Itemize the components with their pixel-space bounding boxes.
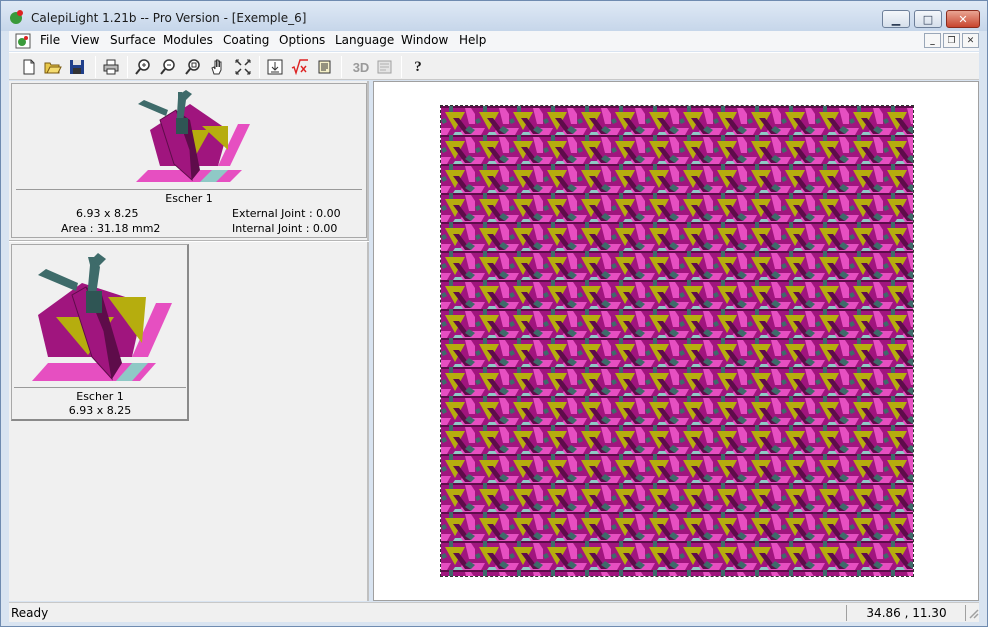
module-size: 6.93 x 8.25 (76, 207, 139, 220)
drawing-canvas[interactable] (373, 81, 979, 601)
pan-hand-icon (211, 59, 222, 75)
status-bar: Ready 34.86 , 11.30 (9, 602, 979, 622)
mdi-restore-button[interactable]: ❐ (943, 33, 960, 48)
formula-button[interactable] (290, 57, 310, 77)
menu-help[interactable]: Help (457, 33, 488, 49)
help-icon: ? (414, 58, 422, 75)
open-button[interactable] (43, 57, 63, 77)
toolbar-separator (401, 56, 402, 78)
toolbar-separator (95, 56, 96, 78)
module-thumbnail (136, 90, 250, 182)
status-text: Ready (11, 606, 49, 620)
save-button[interactable] (67, 57, 87, 77)
report-button[interactable] (315, 57, 335, 77)
module-card-selected[interactable]: Escher 1 6.93 x 8.25 Area : 31.18 mm2 Ex… (11, 83, 367, 238)
fit-extent-button[interactable] (233, 57, 253, 77)
toolbar-separator (259, 56, 260, 78)
toolbar: 3D ? (9, 52, 979, 80)
module-size: 6.93 x 8.25 (68, 404, 132, 417)
zoom-out-icon (160, 59, 175, 75)
3d-view-button[interactable]: 3D (349, 57, 373, 77)
menu-surface[interactable]: Surface (108, 33, 158, 49)
module-info: Escher 1 6.93 x 8.25 Area : 31.18 mm2 Ex… (16, 189, 362, 235)
menu-language[interactable]: Language (333, 33, 396, 49)
print-icon (103, 59, 119, 75)
zoom-fit-icon (185, 59, 200, 75)
maximize-button[interactable]: □ (914, 10, 942, 28)
zoom-in-button[interactable] (133, 57, 153, 77)
formula-icon (291, 59, 308, 76)
new-button[interactable] (19, 57, 39, 77)
save-icon (70, 60, 84, 74)
menu-options[interactable]: Options (277, 33, 327, 49)
mdi-minimize-button[interactable]: _ (924, 33, 941, 48)
print-button[interactable] (101, 57, 121, 77)
cursor-coordinates: 34.86 , 11.30 (866, 606, 947, 620)
insert-module-icon (267, 59, 283, 75)
menu-bar: File View Surface Modules Coating Option… (9, 31, 979, 51)
tiling-preview[interactable] (440, 105, 914, 577)
menu-file[interactable]: File (38, 33, 62, 49)
mdi-close-button[interactable]: ✕ (962, 33, 979, 48)
resize-grip-icon[interactable] (967, 607, 979, 619)
menu-coating[interactable]: Coating (221, 33, 271, 49)
external-joint: External Joint : 0.00 (232, 207, 341, 220)
app-window: CalepiLight 1.21b -- Pro Version - [Exem… (0, 0, 988, 627)
app-icon (10, 10, 23, 24)
zoom-out-button[interactable] (158, 57, 178, 77)
internal-joint: Internal Joint : 0.00 (232, 222, 338, 235)
module-thumbnail (32, 253, 172, 381)
menu-modules[interactable]: Modules (161, 33, 215, 49)
toolbar-separator (341, 56, 342, 78)
minimize-icon: ▁ (891, 12, 901, 26)
module-name: Escher 1 (165, 192, 213, 205)
zoom-fit-button[interactable] (183, 57, 203, 77)
module-info: Escher 1 6.93 x 8.25 (14, 387, 186, 419)
new-icon (23, 59, 35, 75)
module-card[interactable]: Escher 1 6.93 x 8.25 (11, 244, 189, 421)
document-icon[interactable] (15, 33, 31, 49)
close-icon: ✕ (966, 35, 975, 46)
help-button[interactable]: ? (408, 57, 428, 77)
3d-icon: 3D (352, 59, 370, 75)
insert-module-button[interactable] (265, 57, 285, 77)
menu-window[interactable]: Window (399, 33, 450, 49)
panel-divider (9, 240, 369, 242)
open-icon (44, 62, 62, 74)
report-icon (318, 60, 331, 74)
module-name: Escher 1 (76, 390, 124, 403)
module-area: Area : 31.18 mm2 (61, 222, 161, 235)
close-button[interactable]: ✕ (946, 10, 980, 28)
status-separator (965, 605, 966, 621)
minimize-button[interactable]: ▁ (882, 10, 910, 28)
restore-icon: ❐ (947, 35, 956, 46)
menu-view[interactable]: View (69, 33, 101, 49)
modules-panel: Escher 1 6.93 x 8.25 Area : 31.18 mm2 Ex… (9, 81, 369, 601)
status-separator (846, 605, 847, 621)
maximize-icon: □ (922, 12, 934, 26)
zoom-in-icon (135, 59, 150, 75)
minimize-icon: _ (930, 35, 935, 46)
fit-extent-icon (235, 59, 251, 75)
render-icon (377, 60, 392, 74)
toolbar-separator (127, 56, 128, 78)
render-button[interactable] (375, 57, 395, 77)
window-title: CalepiLight 1.21b -- Pro Version - [Exem… (31, 11, 307, 25)
close-icon: ✕ (958, 12, 968, 26)
title-bar[interactable]: CalepiLight 1.21b -- Pro Version - [Exem… (1, 1, 987, 31)
pan-button[interactable] (208, 57, 228, 77)
